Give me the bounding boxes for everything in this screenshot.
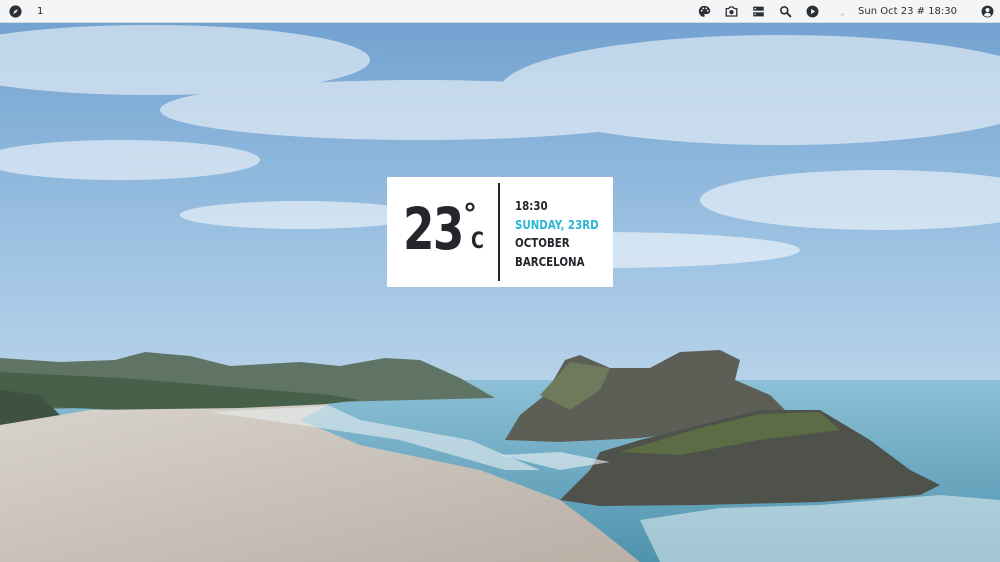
widget-time: 18:30 — [515, 198, 548, 213]
temperature-unit: C — [471, 229, 484, 254]
weather-clock-widget: 23 ° C 18:30 SUNDAY, 23RD OCTOBER BARCEL… — [387, 177, 613, 287]
palette-icon[interactable] — [697, 4, 711, 18]
widget-divider — [498, 183, 500, 281]
widget-day: SUNDAY, 23RD — [515, 216, 599, 232]
widget-info: 18:30 SUNDAY, 23RD OCTOBER BARCELONA — [515, 197, 599, 271]
desktop: 1 Sun Oct 23 # 18:30 23 ° C 18:30 SUNDAY… — [0, 0, 1000, 562]
server-icon[interactable] — [751, 4, 765, 18]
panel-left: 1 — [0, 4, 43, 18]
widget-month: OCTOBER — [515, 235, 570, 250]
workspace-indicator[interactable]: 1 — [37, 6, 43, 17]
panel-right: Sun Oct 23 # 18:30 — [697, 4, 1000, 18]
compass-icon[interactable] — [8, 4, 22, 18]
temperature-value: 23 — [403, 195, 464, 263]
play-icon[interactable] — [805, 4, 819, 18]
search-icon[interactable] — [778, 4, 792, 18]
tray-indicator — [841, 12, 845, 16]
camera-icon[interactable] — [724, 4, 738, 18]
top-panel: 1 Sun Oct 23 # 18:30 — [0, 0, 1000, 23]
degree-symbol: ° — [463, 197, 477, 230]
clock[interactable]: Sun Oct 23 # 18:30 — [858, 6, 957, 17]
widget-city: BARCELONA — [515, 253, 585, 269]
user-circle-icon[interactable] — [980, 4, 994, 18]
